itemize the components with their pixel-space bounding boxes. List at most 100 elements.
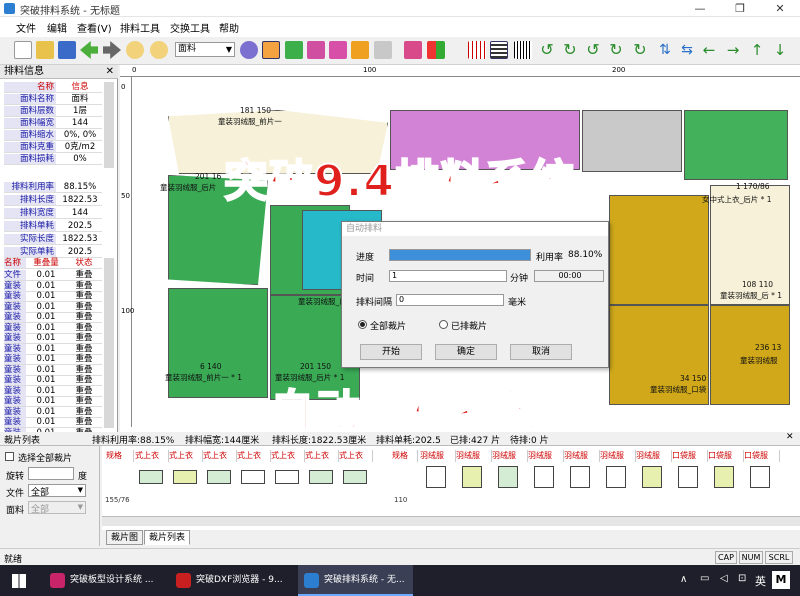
select-piece-icon[interactable] [262,41,280,59]
tray-chevron-icon[interactable]: ∧ [680,574,687,585]
piece-green-icon[interactable] [285,41,303,59]
info-scrollbar[interactable] [104,82,114,168]
piece-thumbnail[interactable] [534,466,554,488]
flip-vertical-icon[interactable]: ⇅ [656,41,674,59]
overlap-row[interactable]: 童装 0.01 重叠 [4,364,102,376]
close-button[interactable]: ✕ [760,0,800,17]
color-blocks-icon[interactable] [427,41,445,59]
piece-gray-icon[interactable] [374,41,392,59]
download-icon[interactable] [240,41,258,59]
flip-horizontal-icon[interactable]: ⇆ [678,41,696,59]
move-down-icon[interactable]: ↓ [771,41,789,59]
piece-thumbnail[interactable] [750,466,770,488]
overlap-row[interactable]: 文件 0.01 重叠 [4,270,102,281]
overlap-row[interactable]: 童装 0.01 重叠 [4,354,102,365]
panel-close-icon[interactable]: ✕ [106,65,114,79]
grid-horizontal-scrollbar[interactable] [102,516,800,526]
lines-icon[interactable] [490,41,508,59]
zoom-out-icon[interactable] [150,41,168,59]
cancel-button[interactable]: 取消 [510,344,572,360]
start-button[interactable]: 开始 [360,344,422,360]
piece-thumbnail[interactable] [139,470,163,484]
move-right-icon[interactable]: → [724,41,742,59]
minimize-button[interactable]: — [680,0,720,17]
piece-thumbnail[interactable] [309,470,333,484]
maximize-button[interactable]: ❐ [720,0,760,17]
piece-thumbnail[interactable] [642,466,662,488]
ime-mode-icon[interactable]: M [772,571,790,589]
pattern-piece[interactable] [582,110,682,172]
file-select[interactable]: 全部 ▼ [28,484,86,498]
new-icon[interactable] [14,41,32,59]
select-all-checkbox[interactable] [5,452,14,461]
grid-icon[interactable] [468,41,486,59]
windows-start-icon[interactable] [12,574,26,588]
zoom-in-icon[interactable] [126,41,144,59]
piece-thumbnail[interactable] [275,470,299,484]
network-icon[interactable]: ▭ [700,573,709,584]
gap-input[interactable]: 0 [396,294,504,306]
overlap-row[interactable]: 童装 0.01 重叠 [4,406,102,418]
radio-placed-pieces[interactable] [439,320,448,329]
barcode-icon[interactable] [514,41,532,59]
radio-all-pieces[interactable] [358,320,367,329]
fabric-filter-select[interactable]: 全部 ▼ [28,501,86,515]
overlap-scrollbar[interactable] [104,258,114,428]
open-folder-icon[interactable] [36,41,54,59]
redo-arrow-icon[interactable] [103,41,121,59]
overlap-row[interactable]: 童装 0.01 重叠 [4,322,102,334]
save-icon[interactable] [58,41,76,59]
overlap-row[interactable]: 童装 0.01 重叠 [4,417,102,428]
taskbar-app-design[interactable]: 突破板型设计系统 ... [44,565,164,596]
taskbar-app-dxf[interactable]: 突破DXF浏览器 - 9... [170,565,292,596]
piece-thumbnail[interactable] [173,470,197,484]
piece-thumbnail[interactable] [241,470,265,484]
piece-thumbnail[interactable] [462,466,482,488]
piece-thumbnail[interactable] [343,470,367,484]
piece-thumbnail[interactable] [570,466,590,488]
volume-icon[interactable]: ◁ [720,573,728,584]
overlap-row[interactable]: 童装 0.01 重叠 [4,385,102,397]
overlap-row[interactable]: 童装 0.01 重叠 [4,291,102,302]
overlap-row[interactable]: 童装 0.01 重叠 [4,375,102,386]
menu-marker-tools[interactable]: 排料工具 [120,20,160,35]
overlap-row[interactable]: 童装 0.01 重叠 [4,396,102,407]
move-up-icon[interactable]: ↑ [748,41,766,59]
overlap-row[interactable]: 童装 0.01 重叠 [4,301,102,313]
rotate-input[interactable] [28,467,74,480]
move-left-icon[interactable]: ← [700,41,718,59]
overlap-row[interactable]: 童装 0.01 重叠 [4,343,102,355]
overlap-row[interactable]: 童装 0.01 重叠 [4,333,102,344]
menu-edit[interactable]: 编辑 [47,20,67,35]
menu-help[interactable]: 帮助 [219,20,239,35]
rotate-90-right-icon[interactable]: ↻ [607,41,625,59]
rotate-45-right-icon[interactable]: ↻ [561,41,579,59]
ime-icon[interactable]: ⊡ [738,573,746,584]
rotate-90-left-icon[interactable]: ↺ [584,41,602,59]
pattern-piece[interactable] [609,195,709,305]
piece-thumbnail[interactable] [714,466,734,488]
piece-orange-icon[interactable] [351,41,369,59]
tab-piece-view[interactable]: 裁片图 [106,530,144,545]
overlap-row[interactable]: 童装 0.01 重叠 [4,280,102,292]
piece-thumbnail[interactable] [498,466,518,488]
piece-magenta-icon[interactable] [329,41,347,59]
close-icon[interactable]: ✕ [786,432,794,442]
piece-thumbnail[interactable] [207,470,231,484]
overlap-row[interactable]: 童装 0.01 重叠 [4,312,102,323]
undo-arrow-icon[interactable] [80,41,98,59]
rotate-45-left-icon[interactable]: ↺ [538,41,556,59]
color-palette-icon[interactable] [404,41,422,59]
fabric-select[interactable]: 面料 ▼ [175,42,235,57]
piece-thumbnail[interactable] [606,466,626,488]
ok-button[interactable]: 确定 [435,344,497,360]
piece-pink-icon[interactable] [307,41,325,59]
taskbar-app-marker[interactable]: 突破排料系统 - 无... [298,565,413,596]
menu-view[interactable]: 查看(V) [77,20,112,35]
tab-pieces-list[interactable]: 裁片列表 [144,530,191,545]
piece-thumbnail[interactable] [678,466,698,488]
rotate-180-icon[interactable]: ↻ [631,41,649,59]
time-input[interactable]: 1 [389,270,507,282]
piece-thumbnail[interactable] [426,466,446,488]
menu-exchange-tools[interactable]: 交换工具 [170,20,210,35]
